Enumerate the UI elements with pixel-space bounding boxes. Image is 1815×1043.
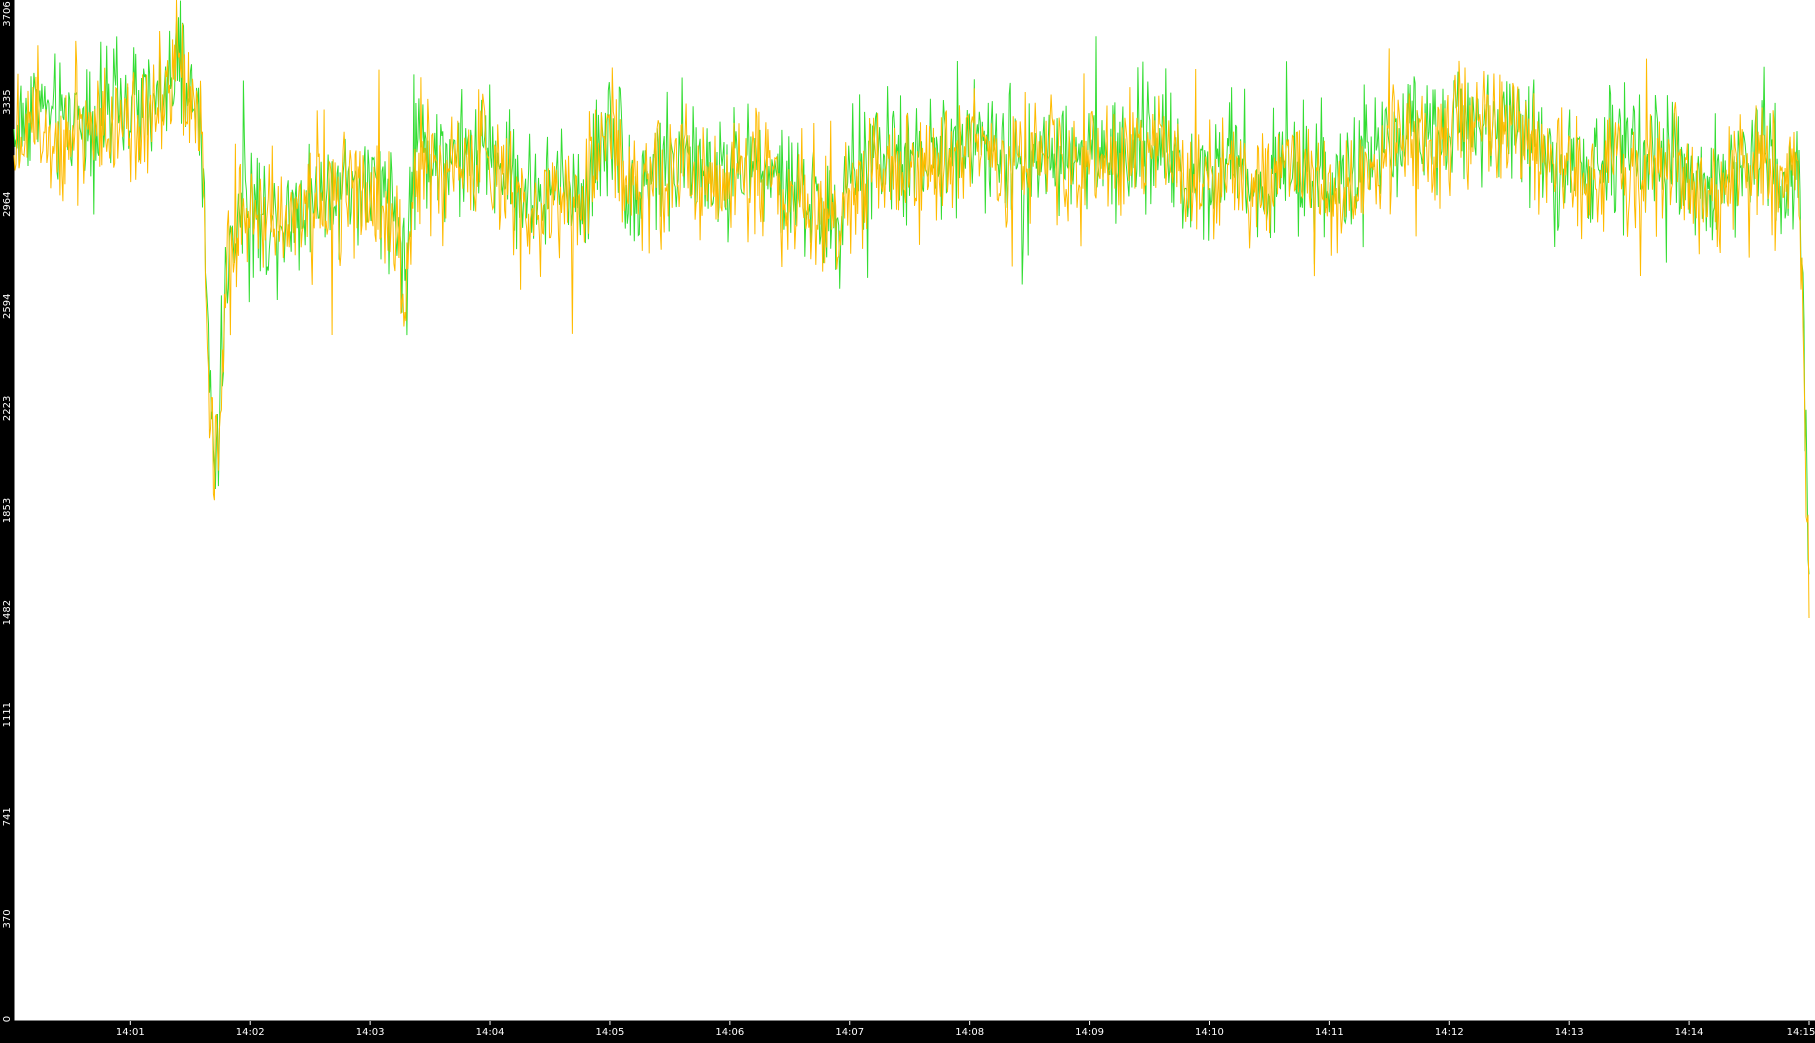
y-tick-label: 2964: [2, 191, 13, 216]
x-tick-label: 14:04: [476, 1027, 505, 1038]
x-tick-label: 14:01: [116, 1027, 145, 1038]
line-chart: 037074111111482185322232594296433353706 …: [2, 0, 1815, 1038]
x-tick-label: 14:03: [356, 1027, 385, 1038]
x-tick-label: 14:05: [596, 1027, 625, 1038]
x-tick-label: 14:08: [955, 1027, 984, 1038]
y-tick-label: 2594: [2, 294, 13, 319]
x-tick-label: 14:10: [1195, 1027, 1224, 1038]
y-tick-label: 370: [2, 909, 13, 928]
y-tick-labels: 0 370 741 1111 1482 1853 2223 2594 2964 3335 3706: [2, 0, 14, 1022]
y-tick-label: 2223: [2, 396, 13, 421]
y-tick-label: 3335: [2, 89, 13, 114]
y-tick-label: 0: [2, 1016, 13, 1022]
x-tick-label: 14:02: [236, 1027, 265, 1038]
x-tick-label: 14:11: [1315, 1027, 1344, 1038]
y-tick-label: 3706: [2, 1, 13, 26]
x-tick-label: 14:15: [1787, 1027, 1815, 1038]
x-tick-label: 14:14: [1675, 1027, 1704, 1038]
x-tick-label: 14:07: [835, 1027, 864, 1038]
chart-area: 0 370 741 1111 1482 1853 2223 2594 2964 3335 3706 …: [0, 0, 1815, 1039]
y-tick-label: 1482: [2, 600, 13, 625]
x-tick-label: 14:09: [1075, 1027, 1104, 1038]
x-tick-label: 14:06: [715, 1027, 744, 1038]
y-tick-label: 1853: [2, 498, 13, 523]
x-tick-label: 14:12: [1435, 1027, 1464, 1038]
y-tick-label: 741: [2, 807, 13, 826]
y-tick-label: 1111: [2, 702, 13, 727]
x-tick-labels: 14:01 14:02 14:03 14:04 14:05 14:06 14:07 14:08…: [116, 1021, 1815, 1038]
x-tick-label: 14:13: [1555, 1027, 1584, 1038]
